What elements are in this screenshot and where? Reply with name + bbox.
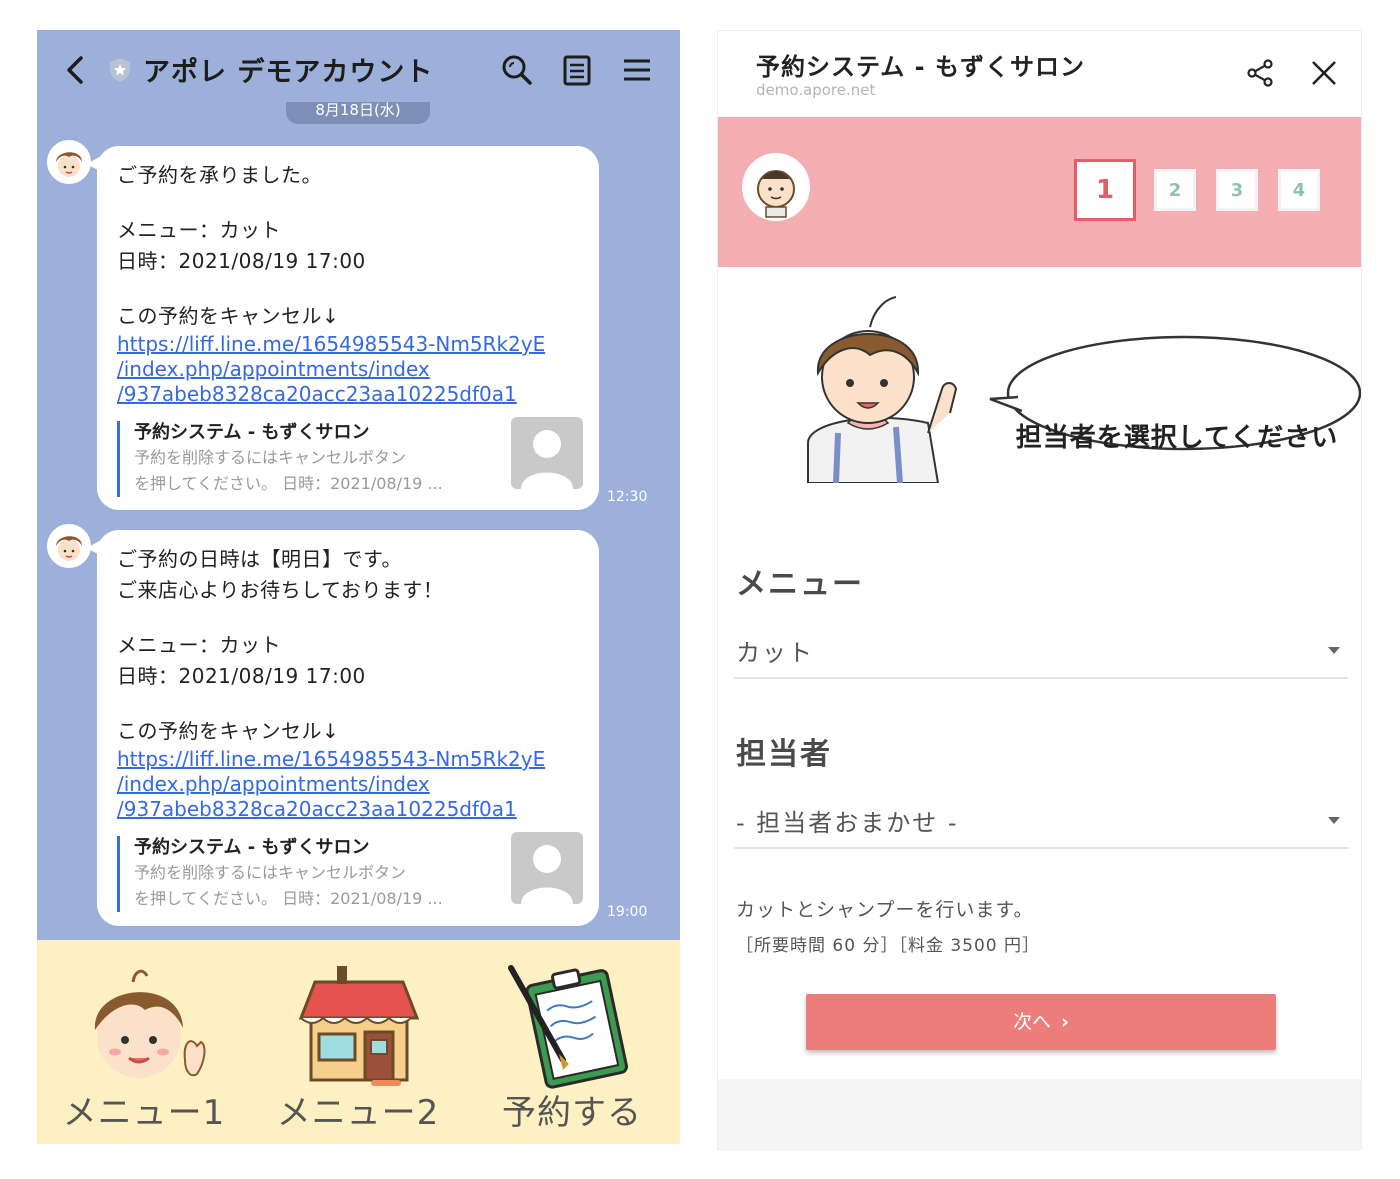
staff-select[interactable]: - 担当者おまかせ -	[734, 795, 1348, 849]
message-text: メニュー：カット	[117, 218, 281, 242]
menu-select-value: カット	[736, 639, 814, 667]
link-preview-card[interactable]: 予約システム - もずくサロン 予約を削除するにはキャンセルボタン を押してくだ…	[117, 417, 583, 497]
staff-field-label: 担当者	[736, 737, 832, 772]
liff-footer	[718, 1079, 1361, 1149]
step-progress-bar: 1 2 3 4	[718, 117, 1361, 267]
close-icon[interactable]	[1308, 57, 1340, 89]
step-1: 1	[1074, 159, 1136, 221]
liff-header: 予約システム - もずくサロン demo.apore.net	[718, 31, 1361, 117]
hamburger-menu-icon[interactable]	[619, 52, 655, 88]
message-time: 19:00	[607, 904, 648, 920]
speech-text: 担当者を選択してください	[1015, 423, 1339, 453]
step-4: 4	[1278, 169, 1320, 211]
chevron-right-icon: ›	[1061, 1011, 1069, 1033]
message-time: 12:30	[607, 489, 648, 505]
next-button-label: 次へ	[1013, 1011, 1052, 1033]
cancel-link[interactable]: /937abeb8328ca20acc23aa10225df0a1	[117, 382, 579, 407]
message-text: ご予約を承りました。	[117, 163, 322, 187]
cancel-link[interactable]: /937abeb8328ca20acc23aa10225df0a1	[117, 797, 579, 822]
boy-avatar-icon	[56, 536, 82, 561]
search-icon[interactable]	[499, 52, 535, 88]
date-separator: 8月18日(水)	[286, 102, 430, 124]
message-bubble: ご予約の日時は【明日】です。 ご来店心よりお待ちしております！ メニュー：カット…	[87, 530, 599, 926]
rich-menu-label: メニュー2	[276, 1093, 440, 1133]
page-title: 予約システム - もずくサロン	[756, 53, 1085, 81]
guide-illustration: 担当者を選択してください	[778, 293, 1361, 484]
share-icon[interactable]	[1244, 57, 1276, 89]
message-text: ご予約の日時は【明日】です。	[117, 547, 402, 571]
message-text: 日時：2021/08/19 17:00	[117, 249, 366, 273]
liff-booking-screen: 予約システム - もずくサロン demo.apore.net 1 2 3 4 担…	[717, 30, 1362, 1150]
notes-icon[interactable]	[559, 52, 595, 88]
shop-icon	[298, 966, 420, 1086]
official-shield-icon	[110, 58, 130, 82]
message-bubble: ご予約を承りました。 メニュー：カット 日時：2021/08/19 17:00 …	[87, 146, 599, 510]
boy-waving-icon	[94, 969, 206, 1078]
staff-select-value: - 担当者おまかせ -	[736, 809, 959, 837]
menu-description: カットとシャンプーを行います。	[736, 899, 1034, 921]
mascot-logo-icon	[757, 170, 795, 218]
message-text: この予約をキャンセル↓	[117, 719, 340, 743]
dropdown-arrow-icon	[1328, 817, 1340, 824]
message-text: メニュー：カット	[117, 633, 281, 657]
cancel-link[interactable]: https://liff.line.me/1654985543-Nm5Rk2yE	[117, 747, 579, 772]
chat-title: アポレ デモアカウント	[143, 57, 434, 88]
line-chat-screen: アポレ デモアカウント 8月18日(水) ご予約を承りました。 メニュー：カット…	[37, 30, 680, 1144]
link-preview-card[interactable]: 予約システム - もずくサロン 予約を削除するにはキャンセルボタン を押してくだ…	[117, 832, 583, 912]
menu-select[interactable]: カット	[734, 625, 1348, 679]
cancel-link[interactable]: /index.php/appointments/index	[117, 772, 579, 797]
cancel-link[interactable]: https://liff.line.me/1654985543-Nm5Rk2yE	[117, 332, 579, 357]
message-text: この予約をキャンセル↓	[117, 304, 340, 328]
rich-menu-label: 予約する	[502, 1093, 642, 1133]
menu-field-label: メニュー	[736, 567, 864, 602]
message-text: ご来店心よりお待ちしております！	[117, 578, 444, 602]
avatar[interactable]	[47, 524, 91, 568]
salon-logo	[742, 153, 810, 221]
next-button[interactable]: 次へ ›	[806, 994, 1276, 1050]
dropdown-arrow-icon	[1328, 647, 1340, 654]
rich-menu-item-menu1[interactable]: メニュー1	[37, 940, 251, 1144]
placeholder-person-icon	[511, 832, 583, 904]
rich-menu-item-reserve[interactable]: 予約する	[465, 940, 679, 1144]
rich-menu: メニュー1 メニュー2 予約する	[37, 940, 680, 1144]
step-2: 2	[1154, 169, 1196, 211]
clipboard-pen-icon	[508, 965, 629, 1089]
menu-meta: ［所要時間 60 分］［料金 3500 円］	[736, 936, 1041, 956]
message-text: 日時：2021/08/19 17:00	[117, 664, 366, 688]
cancel-link[interactable]: /index.php/appointments/index	[117, 357, 579, 382]
back-icon[interactable]	[61, 52, 91, 88]
boy-pointing-icon	[807, 296, 958, 484]
placeholder-person-icon	[511, 417, 583, 489]
chat-header: アポレ デモアカウント	[37, 30, 680, 110]
domain-label: demo.apore.net	[756, 81, 876, 99]
rich-menu-label: メニュー1	[62, 1093, 226, 1133]
avatar[interactable]	[47, 140, 91, 184]
boy-avatar-icon	[56, 152, 82, 177]
step-3: 3	[1216, 169, 1258, 211]
rich-menu-item-menu2[interactable]: メニュー2	[251, 940, 465, 1144]
